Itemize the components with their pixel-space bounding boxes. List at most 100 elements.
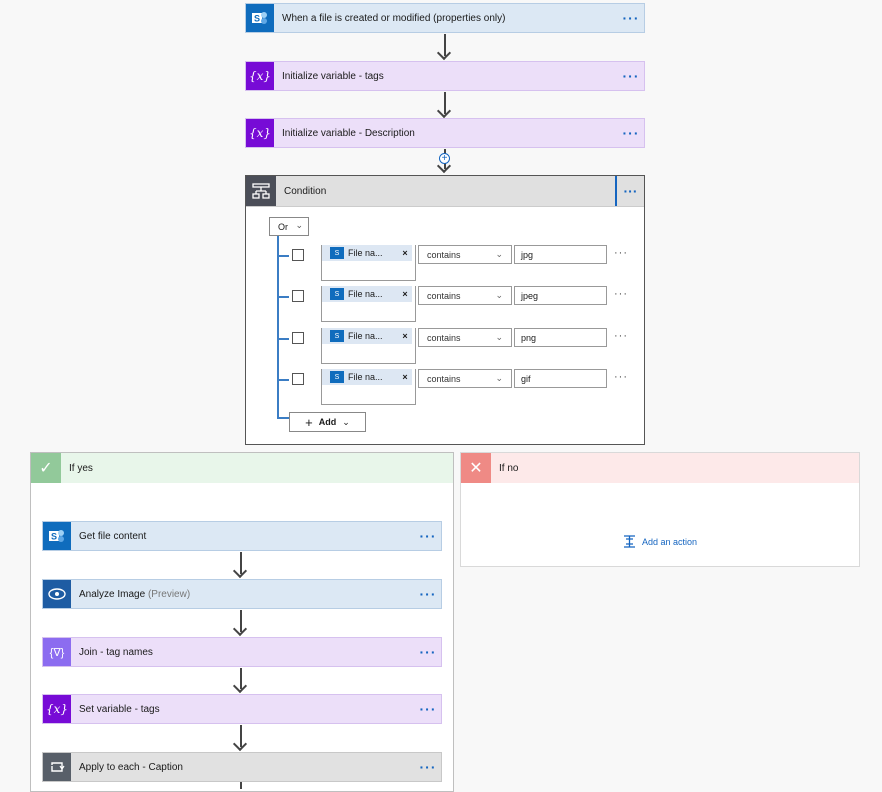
operator-value: contains xyxy=(427,373,461,384)
condition-left-operand[interactable]: S File na... × xyxy=(321,369,416,405)
remove-token-icon[interactable]: × xyxy=(398,248,412,258)
group-operator-select[interactable]: Or ⌄ xyxy=(269,217,309,236)
group-operator-value: Or xyxy=(278,221,288,232)
if-no-header[interactable]: ✕ If no xyxy=(461,453,859,483)
dynamic-content-token[interactable]: S File na... × xyxy=(322,328,412,344)
condition-left-operand[interactable]: S File na... × xyxy=(321,245,416,281)
variable-icon: {x} xyxy=(246,62,274,90)
chevron-down-icon: ⌄ xyxy=(495,373,503,383)
action-more-button[interactable]: ··· xyxy=(415,645,441,659)
action-more-button[interactable]: ··· xyxy=(415,529,441,543)
remove-token-icon[interactable]: × xyxy=(398,372,412,382)
action-title: Set variable - tags xyxy=(79,703,160,715)
insert-step-plus-icon[interactable]: + xyxy=(439,153,450,164)
add-an-action-label: Add an action xyxy=(642,536,698,547)
action-more-button[interactable]: ··· xyxy=(415,760,441,774)
chevron-down-icon: ⌄ xyxy=(295,220,303,230)
sharepoint-icon: S xyxy=(246,4,274,32)
sharepoint-icon: S xyxy=(330,247,344,259)
dynamic-content-token[interactable]: S File na... × xyxy=(322,369,412,385)
add-action-icon xyxy=(624,535,635,548)
connector-line xyxy=(240,782,242,789)
condition-more-button[interactable]: ··· xyxy=(615,176,644,206)
action-title: Get file content xyxy=(79,530,147,542)
condition-header[interactable]: Condition ··· xyxy=(246,176,644,207)
condition-value-input[interactable]: gif xyxy=(514,369,607,388)
close-icon: ✕ xyxy=(461,453,491,483)
tree-branch xyxy=(277,255,289,257)
row-more-button[interactable]: ··· xyxy=(614,371,628,383)
init-description-card[interactable]: {x} Initialize variable - Description ··… xyxy=(245,118,645,148)
if-yes-label: If yes xyxy=(69,462,93,474)
connector-arrow xyxy=(240,725,242,747)
token-label: File na... xyxy=(348,289,383,299)
chevron-down-icon: ⌄ xyxy=(495,290,503,300)
remove-token-icon[interactable]: × xyxy=(398,289,412,299)
sharepoint-icon: S xyxy=(330,371,344,383)
dynamic-content-token[interactable]: S File na... × xyxy=(322,245,412,261)
action-more-button[interactable]: ··· xyxy=(415,702,441,716)
join-icon: {∇} xyxy=(43,638,71,666)
row-more-button[interactable]: ··· xyxy=(614,288,628,300)
add-label: Add xyxy=(318,417,337,427)
tree-branch xyxy=(277,379,289,381)
action-title: Apply to each - Caption xyxy=(79,761,183,773)
add-an-action-button[interactable]: Add an action xyxy=(623,535,697,548)
row-more-button[interactable]: ··· xyxy=(614,247,628,259)
init-tags-card[interactable]: {x} Initialize variable - tags ··· xyxy=(245,61,645,91)
action-title: Join - tag names xyxy=(79,646,153,658)
connector-arrow xyxy=(444,92,446,114)
condition-value-input[interactable]: jpeg xyxy=(514,286,607,305)
if-yes-header[interactable]: ✓ If yes xyxy=(31,453,453,483)
chevron-down-icon: ⌄ xyxy=(342,416,350,427)
add-condition-button[interactable]: + Add ⌄ xyxy=(289,412,366,432)
trigger-more-button[interactable]: ··· xyxy=(618,11,644,25)
trigger-title: When a file is created or modified (prop… xyxy=(282,12,506,24)
operator-select[interactable]: contains ⌄ xyxy=(418,369,512,388)
row-select-checkbox[interactable] xyxy=(292,290,304,302)
sharepoint-icon: S xyxy=(330,288,344,300)
init-tags-more-button[interactable]: ··· xyxy=(618,69,644,83)
action-card-analyze-image[interactable]: Analyze Image (Preview) ··· xyxy=(42,579,442,609)
action-card-apply-to-each[interactable]: Apply to each - Caption ··· xyxy=(42,752,442,782)
connector-arrow xyxy=(240,610,242,632)
init-description-more-button[interactable]: ··· xyxy=(618,126,644,140)
operator-value: contains xyxy=(427,332,461,343)
row-more-button[interactable]: ··· xyxy=(614,330,628,342)
dynamic-content-token[interactable]: S File na... × xyxy=(322,286,412,302)
operator-value: contains xyxy=(427,290,461,301)
condition-left-operand[interactable]: S File na... × xyxy=(321,286,416,322)
condition-card[interactable]: Condition ··· Or ⌄ S File na... × contai… xyxy=(245,175,645,445)
sharepoint-icon: S xyxy=(43,522,71,550)
operator-select[interactable]: contains ⌄ xyxy=(418,286,512,305)
variable-icon: {x} xyxy=(246,119,274,147)
checkmark-icon: ✓ xyxy=(31,453,61,483)
row-select-checkbox[interactable] xyxy=(292,373,304,385)
tree-line xyxy=(277,236,279,418)
action-title: Analyze Image (Preview) xyxy=(79,588,191,600)
svg-text:S: S xyxy=(51,532,57,542)
plus-icon: + xyxy=(305,414,313,430)
condition-left-operand[interactable]: S File na... × xyxy=(321,328,416,364)
condition-value-input[interactable]: jpg xyxy=(514,245,607,264)
if-no-branch: ✕ If no Add an action xyxy=(460,452,860,567)
operator-select[interactable]: contains ⌄ xyxy=(418,328,512,347)
init-description-title: Initialize variable - Description xyxy=(282,127,415,139)
connector-arrow xyxy=(444,34,446,56)
action-card-set-variable-tags[interactable]: {x} Set variable - tags ··· xyxy=(42,694,442,724)
condition-value-input[interactable]: png xyxy=(514,328,607,347)
condition-icon xyxy=(246,176,276,206)
variable-icon: {x} xyxy=(43,695,71,723)
operator-select[interactable]: contains ⌄ xyxy=(418,245,512,264)
row-select-checkbox[interactable] xyxy=(292,249,304,261)
action-card-get-file-content[interactable]: S Get file content ··· xyxy=(42,521,442,551)
action-card-join-tag-names[interactable]: {∇} Join - tag names ··· xyxy=(42,637,442,667)
action-more-button[interactable]: ··· xyxy=(415,587,441,601)
svg-text:S: S xyxy=(254,14,260,24)
remove-token-icon[interactable]: × xyxy=(398,331,412,341)
row-select-checkbox[interactable] xyxy=(292,332,304,344)
condition-title: Condition xyxy=(284,185,327,197)
token-label: File na... xyxy=(348,372,383,382)
tree-branch xyxy=(277,338,289,340)
trigger-card[interactable]: S When a file is created or modified (pr… xyxy=(245,3,645,33)
